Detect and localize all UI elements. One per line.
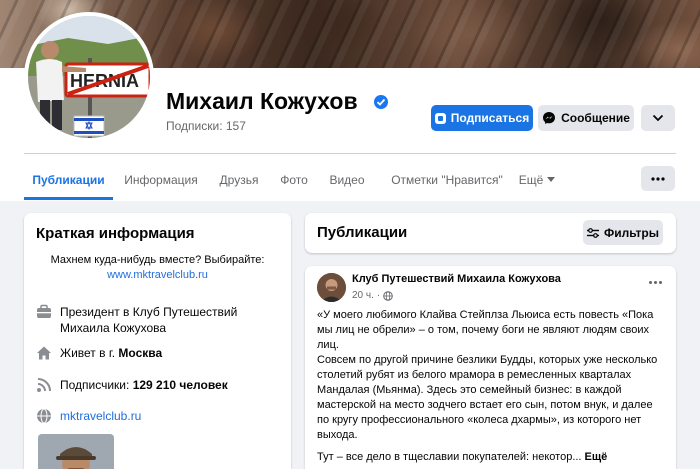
globe-icon xyxy=(383,290,394,301)
globe-icon xyxy=(37,408,51,424)
featured-photo-image xyxy=(38,434,114,469)
ellipsis-icon xyxy=(648,280,652,284)
tab-label: Отметки "Нравится" xyxy=(391,173,503,187)
intro-location: Живет в г. Москва xyxy=(36,345,280,361)
intro-followers: Подписчики: 129 210 человек xyxy=(36,377,280,393)
tab-label: Ещё xyxy=(518,173,544,187)
caret-down-icon xyxy=(547,177,556,182)
rss-icon xyxy=(37,378,51,392)
subscribe-icon xyxy=(434,112,446,124)
post-options-button[interactable] xyxy=(645,274,665,290)
tab-label: Информация xyxy=(124,173,198,187)
intro-followers-prefix: Подписчики: xyxy=(60,378,133,392)
post-time[interactable]: 20 ч. xyxy=(352,290,374,301)
post-meta: 20 ч. · xyxy=(352,290,394,301)
tab-label: Видео xyxy=(329,173,365,187)
intro-website: mktravelclub.ru xyxy=(36,408,280,424)
tab-label: Публикации xyxy=(32,173,105,187)
briefcase-icon xyxy=(37,304,51,318)
header-divider xyxy=(24,153,676,154)
intro-bio-text: Махнем куда-нибудь вместе? Выбирайте: xyxy=(50,254,265,266)
verified-badge-icon xyxy=(374,95,388,109)
tab-label: Фото xyxy=(280,173,308,187)
profile-avatar[interactable]: HERNIA xyxy=(24,12,154,142)
post-card: Клуб Путешествий Михаила Кожухова 20 ч. … xyxy=(305,266,676,469)
intro-location-prefix: Живет в г. xyxy=(60,346,119,360)
filters-button[interactable]: Фильтры xyxy=(583,220,663,245)
message-button[interactable]: Сообщение xyxy=(538,105,634,131)
tab-publications[interactable]: Публикации xyxy=(24,164,113,200)
subscribe-button[interactable]: Подписаться xyxy=(431,105,533,131)
intro-card: Краткая информация Махнем куда-нибудь вм… xyxy=(24,213,291,469)
tab-friends[interactable]: Друзья xyxy=(213,164,265,200)
post-paragraph-text: Тут – все дело в тщеславии покупателей: … xyxy=(317,451,582,463)
tab-label: Друзья xyxy=(219,173,259,187)
tab-info[interactable]: Информация xyxy=(119,164,203,200)
chevron-down-icon xyxy=(652,114,664,122)
message-button-label: Сообщение xyxy=(561,111,630,125)
see-more-link[interactable]: Ещё xyxy=(585,451,608,463)
tab-likes[interactable]: Отметки "Нравится" xyxy=(380,164,514,200)
profile-name: Михаил Кожухов xyxy=(166,88,358,114)
post-paragraph-truncated: Тут – все дело в тщеславии покупателей: … xyxy=(317,450,667,465)
subscriptions-count[interactable]: Подписки: 157 xyxy=(166,119,246,133)
publications-title: Публикации xyxy=(317,224,408,241)
messenger-icon xyxy=(543,112,556,124)
tabs-options-button[interactable] xyxy=(641,166,675,191)
post-avatar-image xyxy=(317,273,346,302)
featured-photo[interactable] xyxy=(38,434,114,469)
intro-bio: Махнем куда-нибудь вместе? Выбирайте: ww… xyxy=(36,253,279,283)
post-paragraph: «У моего любимого Клайва Стейплза Льюиса… xyxy=(317,309,654,351)
intro-work: Президент в Клуб Путешествий Михаила Кож… xyxy=(36,304,280,336)
profile-options-button[interactable] xyxy=(641,105,675,131)
tab-more[interactable]: Ещё xyxy=(512,164,562,200)
post-paragraph: Совсем по другой причине безлики Будды, … xyxy=(317,354,658,441)
ellipsis-icon xyxy=(651,176,665,181)
filters-icon xyxy=(586,227,599,238)
intro-title: Краткая информация xyxy=(36,225,195,242)
publications-header-card: Публикации Фильтры xyxy=(305,213,676,253)
avatar-photo: HERNIA xyxy=(28,16,150,138)
tab-videos[interactable]: Видео xyxy=(324,164,370,200)
intro-website-link[interactable]: mktravelclub.ru xyxy=(60,408,280,424)
filters-button-label: Фильтры xyxy=(603,225,660,240)
subscribe-button-label: Подписаться xyxy=(450,111,530,125)
post-body: «У моего любимого Клайва Стейплза Льюиса… xyxy=(317,308,667,469)
profile-header: HERNIA Михаил Кожухов Подписки: 157 Подп… xyxy=(0,0,700,201)
home-icon xyxy=(37,346,51,360)
intro-followers-count[interactable]: 129 210 человек xyxy=(133,378,228,392)
post-author-name[interactable]: Клуб Путешествий Михаила Кожухова xyxy=(352,273,561,285)
intro-work-text: Президент в Клуб Путешествий Михаила Кож… xyxy=(60,305,238,335)
intro-location-city[interactable]: Москва xyxy=(118,346,162,360)
post-author-avatar[interactable] xyxy=(317,273,346,302)
tab-photos[interactable]: Фото xyxy=(274,164,314,200)
intro-bio-link[interactable]: www.mktravelclub.ru xyxy=(107,269,208,281)
